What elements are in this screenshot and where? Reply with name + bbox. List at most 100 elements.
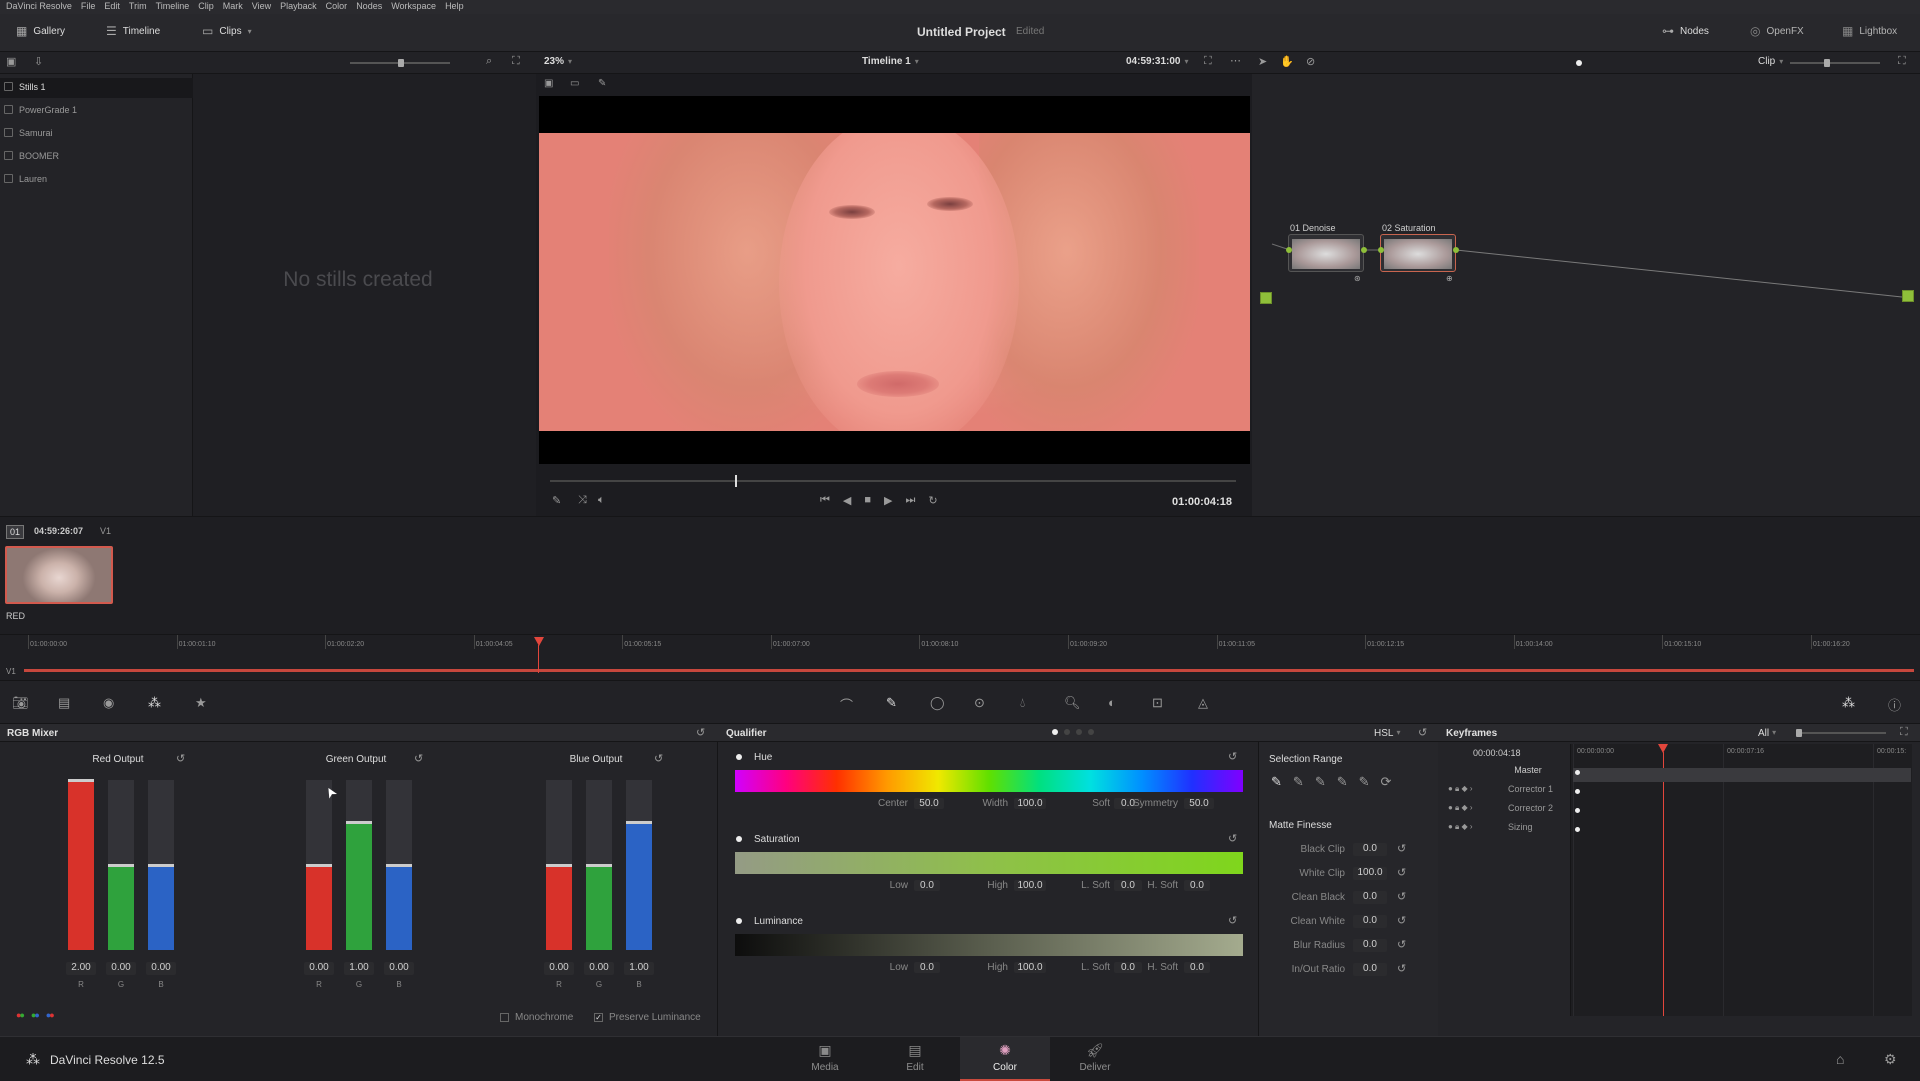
nodes-button[interactable]: ⊶ Nodes — [1662, 24, 1709, 38]
width-field[interactable]: 100.0 — [1014, 798, 1046, 809]
output-value[interactable]: 0.00 — [146, 962, 176, 975]
high-field[interactable]: 100.0 — [1014, 880, 1046, 891]
output-value[interactable]: 0.00 — [304, 962, 334, 975]
output-value[interactable]: 0.00 — [106, 962, 136, 975]
app-menu[interactable]: DaVinci Resolve — [6, 1, 72, 13]
album-item[interactable]: Stills 1 — [0, 78, 193, 98]
node-input-dot[interactable] — [1378, 247, 1384, 253]
skip-forward-icon[interactable]: ⏭︎ — [906, 494, 916, 507]
output-value[interactable]: 2.00 — [66, 962, 96, 975]
hsoft-field[interactable]: 0.0 — [1184, 880, 1210, 891]
node-output-tab[interactable] — [1902, 290, 1914, 302]
rgb-mixer-icon[interactable]: ⁂ — [148, 695, 161, 711]
tracker-icon[interactable]: ⊙ — [974, 695, 985, 711]
video-frame[interactable] — [539, 96, 1250, 464]
stop-icon[interactable]: ■ — [864, 494, 871, 507]
wipe-icon[interactable]: ▭ — [570, 78, 579, 89]
timeline-button[interactable]: ☰ Timeline — [106, 24, 160, 38]
keyframe-dot[interactable] — [1575, 789, 1580, 794]
node-denoise[interactable] — [1288, 234, 1364, 272]
resolve-fx-icon[interactable]: ◐ — [1108, 695, 1116, 710]
slider-handle[interactable] — [306, 864, 332, 867]
luminance-gradient[interactable] — [735, 934, 1243, 956]
center-field[interactable]: 50.0 — [914, 798, 944, 809]
picker-icon[interactable]: ✎ — [1271, 774, 1282, 790]
mode-dot[interactable] — [1064, 729, 1070, 735]
hue-gradient[interactable] — [735, 770, 1243, 792]
qualifier-mode-select[interactable]: HSL ▾ — [1374, 728, 1400, 739]
bypass-icon[interactable]: ⊘ — [1306, 55, 1315, 68]
output-slider[interactable] — [546, 780, 572, 950]
output-value[interactable]: 0.00 — [384, 962, 414, 975]
expand-icon[interactable]: ⛶ — [1898, 55, 1906, 68]
power-window-icon[interactable]: ◯ — [930, 695, 945, 711]
scrubber-playhead[interactable] — [735, 475, 738, 487]
expand-icon[interactable]: ⛶ — [1900, 726, 1908, 739]
mode-dot[interactable] — [1088, 729, 1094, 735]
output-slider[interactable] — [108, 780, 134, 950]
album-item[interactable]: BOOMER — [0, 147, 193, 167]
slider-handle[interactable] — [398, 59, 404, 67]
output-slider[interactable] — [346, 780, 372, 950]
shuffle-icon[interactable]: ⤨ — [578, 494, 587, 507]
reset-icon[interactable]: ↺ — [1397, 938, 1406, 951]
node-saturation[interactable] — [1380, 234, 1456, 272]
check-icon[interactable]: ✓ — [594, 1013, 603, 1022]
3d-icon[interactable]: ◬ — [1198, 695, 1208, 711]
album-item[interactable]: PowerGrade 1 — [0, 101, 193, 121]
key-icon[interactable]: 🔍︎ — [1064, 695, 1081, 711]
swap-red-button[interactable]: ●● — [16, 1010, 25, 1020]
import-icon[interactable]: ⇩ — [34, 55, 43, 68]
slider-handle[interactable] — [626, 821, 652, 824]
matte-field[interactable]: 0.0 — [1353, 963, 1387, 976]
color-wheels-icon[interactable]: ◉ — [103, 695, 114, 711]
reset-icon[interactable]: ↺ — [1397, 962, 1406, 975]
volume-icon[interactable]: 🔈︎ — [598, 494, 605, 507]
keyframe-dot[interactable] — [1575, 808, 1580, 813]
curves-icon[interactable]: ⌒ — [840, 695, 853, 714]
zoom-select[interactable]: 23% ▾ — [544, 56, 572, 67]
color-match-icon[interactable]: ▤ — [58, 695, 70, 711]
menu-item-help[interactable]: Help — [445, 1, 464, 13]
matte-field[interactable]: 0.0 — [1353, 939, 1387, 952]
timeline-playhead[interactable] — [534, 637, 545, 646]
menu-item-edit[interactable]: Edit — [104, 1, 120, 13]
menu-item-trim[interactable]: Trim — [129, 1, 147, 13]
menu-item-file[interactable]: File — [81, 1, 96, 13]
menu-item-nodes[interactable]: Nodes — [356, 1, 382, 13]
invert-icon[interactable]: ⟳ — [1381, 774, 1392, 790]
menu-item-workspace[interactable]: Workspace — [391, 1, 436, 13]
more-options-icon[interactable]: ⋯ — [1230, 54, 1241, 67]
source-input-tab[interactable] — [1260, 292, 1272, 304]
output-slider[interactable] — [386, 780, 412, 950]
keyframe-filter-select[interactable]: All ▾ — [1758, 728, 1776, 739]
play-icon[interactable]: ▶ — [884, 494, 892, 507]
home-icon[interactable]: ⌂ — [1836, 1051, 1844, 1067]
camera-raw-icon[interactable]: 📷︎ — [12, 695, 29, 711]
keyframes-icon[interactable]: ⁂ — [1842, 695, 1855, 711]
matte-field[interactable]: 0.0 — [1353, 891, 1387, 904]
page-tab-media[interactable]: ▣ Media — [780, 1037, 870, 1081]
page-tab-deliver[interactable]: 🚀︎ Deliver — [1050, 1037, 1140, 1081]
timeline-select[interactable]: Timeline 1 ▾ — [862, 56, 919, 67]
track-controls[interactable]: ● 🔒︎ ◆ › — [1448, 784, 1473, 794]
picker-plus-icon[interactable]: ✎ — [1315, 774, 1326, 790]
openfx-button[interactable]: ◎ OpenFX — [1750, 24, 1804, 38]
reset-icon[interactable]: ↺ — [1397, 914, 1406, 927]
keyframe-timeline[interactable]: 00:00:00:00 00:00:07:16 00:00:15: — [1570, 744, 1912, 1016]
luminance-enable-dot[interactable] — [736, 918, 742, 924]
reset-icon[interactable]: ↺ — [1228, 750, 1237, 763]
viewer-mode-icon[interactable]: ▣ — [544, 78, 553, 89]
matte-field[interactable]: 100.0 — [1353, 867, 1387, 880]
preserve-luminance-option[interactable]: ✓ Preserve Luminance — [594, 1012, 701, 1023]
search-icon[interactable]: ⌕ — [486, 55, 492, 68]
pointer-icon[interactable]: ➤ — [1258, 55, 1267, 68]
gallery-zoom-slider[interactable] — [350, 59, 450, 67]
node-zoom-slider[interactable] — [1790, 59, 1880, 67]
keyframe-zoom-slider[interactable] — [1796, 729, 1886, 737]
eyedropper-icon[interactable]: ✎ — [552, 494, 561, 507]
source-timecode[interactable]: 04:59:31:00 ▾ — [1126, 56, 1189, 67]
qualifier-mode-dots[interactable] — [1052, 729, 1094, 735]
reset-icon[interactable]: ↺ — [1397, 890, 1406, 903]
symmetry-field[interactable]: 50.0 — [1184, 798, 1214, 809]
